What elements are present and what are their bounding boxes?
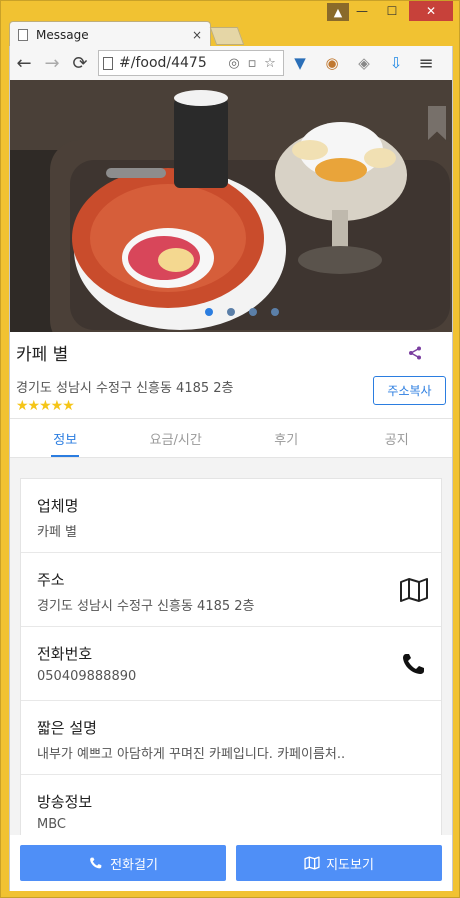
- list-item[interactable]: 전화번호 050409888890: [21, 627, 441, 701]
- tab-close-icon[interactable]: ×: [192, 28, 202, 42]
- browser-window: ▲ — ☐ ✕ Message × ← → ⟳ #/food/4475 ◎ ▫ …: [0, 0, 460, 898]
- shop-photo-carousel[interactable]: [10, 80, 452, 332]
- tab-info[interactable]: 정보: [10, 419, 121, 457]
- document-icon[interactable]: ▫: [243, 56, 261, 71]
- short-desc-label: 짧은 설명: [37, 719, 97, 737]
- share-icon[interactable]: [408, 346, 422, 360]
- broadcast-label: 방송정보: [37, 793, 93, 811]
- location-icon[interactable]: ◎: [225, 56, 243, 71]
- phone-icon: [90, 857, 102, 869]
- broadcast-value: MBC: [37, 817, 66, 832]
- tab-title: Message: [36, 27, 89, 42]
- user-profile-icon[interactable]: ▲: [327, 3, 349, 21]
- map-icon[interactable]: [399, 577, 429, 603]
- list-item: 업체명 카페 별: [21, 479, 441, 553]
- page-viewport: 카페 별 경기도 성남시 수정구 신흥동 4185 2층 ★★★★★ 주소복사 …: [9, 80, 453, 891]
- carousel-dot[interactable]: [205, 308, 213, 316]
- phone-label: 전화번호: [37, 645, 93, 663]
- extension-download-icon[interactable]: ▼: [284, 49, 316, 77]
- minimize-button[interactable]: —: [349, 1, 375, 21]
- carousel-dot[interactable]: [227, 308, 235, 316]
- back-button[interactable]: ←: [10, 49, 38, 77]
- detail-tabs: 정보 요금/시간 후기 공지: [10, 418, 452, 458]
- view-map-button-label: 지도보기: [326, 857, 374, 873]
- business-name-label: 업체명: [37, 497, 79, 515]
- detail-list-area: 업체명 카페 별 주소 경기도 성남시 수정구 신흥동 4185 2층 전화번호…: [10, 458, 452, 891]
- maximize-button[interactable]: ☐: [379, 1, 405, 21]
- shop-name: 카페 별: [16, 345, 69, 365]
- call-button[interactable]: 전화걸기: [20, 845, 226, 881]
- shield-icon[interactable]: ◈: [348, 49, 380, 77]
- carousel-indicator: [10, 308, 452, 316]
- tab-reviews[interactable]: 후기: [231, 419, 342, 457]
- map-icon: [304, 856, 320, 870]
- tab-price-hours[interactable]: 요금/시간: [121, 419, 232, 457]
- browser-tab[interactable]: Message ×: [9, 21, 211, 47]
- business-name-value: 카페 별: [37, 525, 78, 540]
- shop-info: 카페 별 경기도 성남시 수정구 신흥동 4185 2층 ★★★★★ 주소복사: [10, 332, 452, 418]
- tab-notice[interactable]: 공지: [342, 419, 453, 457]
- carousel-dot[interactable]: [249, 308, 257, 316]
- page-icon: [103, 56, 113, 70]
- bookmark-star-icon[interactable]: ☆: [261, 56, 279, 71]
- address-label: 주소: [37, 571, 65, 589]
- phone-icon[interactable]: [399, 651, 429, 677]
- copy-address-button[interactable]: 주소복사: [373, 376, 446, 405]
- page-icon: [18, 28, 28, 41]
- carousel-dot[interactable]: [271, 308, 279, 316]
- short-desc-value: 내부가 예쁘고 아담하게 꾸며진 카페입니다. 카페이름처..: [37, 747, 346, 762]
- reload-button[interactable]: ⟳: [66, 49, 94, 77]
- url-text[interactable]: #/food/4475: [119, 55, 225, 71]
- bottom-action-bar: 전화걸기 지도보기: [10, 835, 452, 891]
- list-item: 짧은 설명 내부가 예쁘고 아담하게 꾸며진 카페입니다. 카페이름처..: [21, 701, 441, 775]
- cookie-icon[interactable]: ◉: [316, 49, 348, 77]
- forward-button[interactable]: →: [38, 49, 66, 77]
- address-value: 경기도 성남시 수정구 신흥동 4185 2층: [37, 599, 255, 614]
- list-item[interactable]: 주소 경기도 성남시 수정구 신흥동 4185 2층: [21, 553, 441, 627]
- browser-toolbar: ← → ⟳ #/food/4475 ◎ ▫ ☆ ▼ ◉ ◈ ⇩ ≡: [9, 46, 453, 80]
- view-map-button[interactable]: 지도보기: [236, 845, 442, 881]
- menu-icon[interactable]: ≡: [412, 49, 440, 77]
- new-tab-button[interactable]: [209, 27, 245, 45]
- close-window-button[interactable]: ✕: [409, 1, 453, 21]
- call-button-label: 전화걸기: [110, 857, 158, 873]
- detail-card: 업체명 카페 별 주소 경기도 성남시 수정구 신흥동 4185 2층 전화번호…: [20, 478, 442, 850]
- address-bar[interactable]: #/food/4475 ◎ ▫ ☆: [98, 50, 284, 76]
- food-photo: [10, 80, 452, 332]
- phone-value: 050409888890: [37, 669, 137, 684]
- download-icon[interactable]: ⇩: [380, 49, 412, 77]
- window-controls: — ☐ ✕: [349, 1, 453, 23]
